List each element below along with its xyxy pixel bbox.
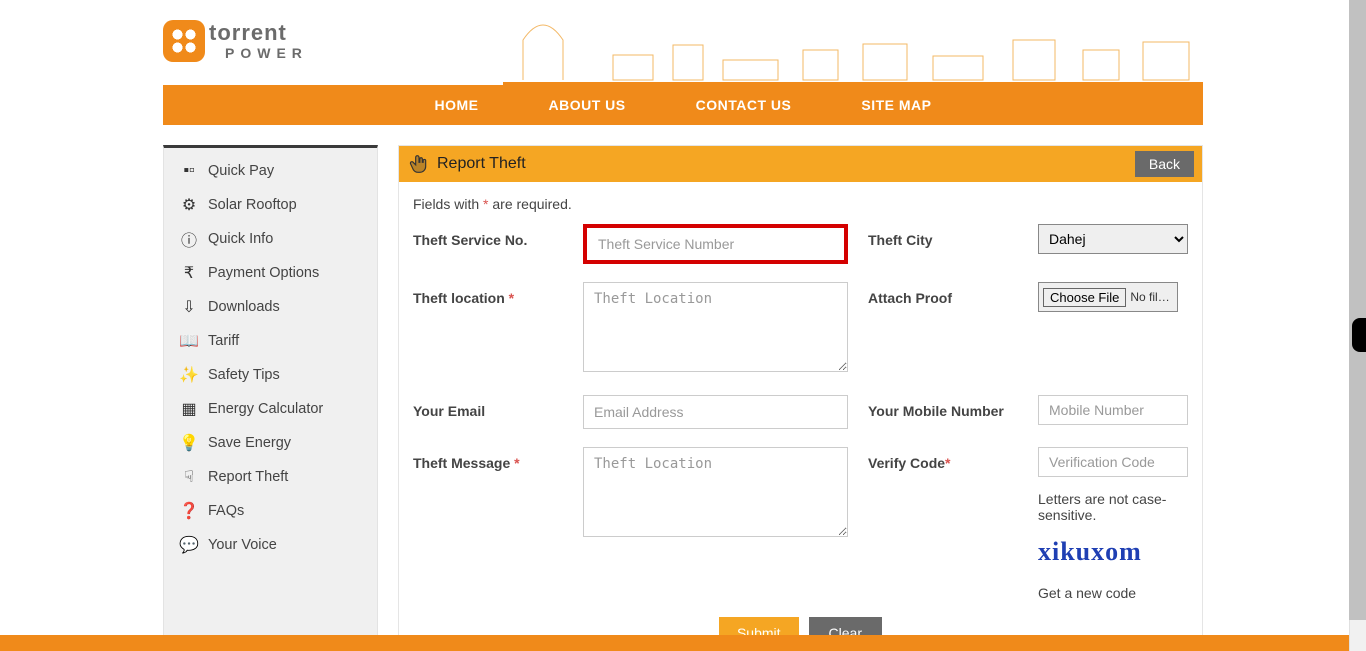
sidebar-item-label: Quick Info [208, 231, 273, 247]
hand-icon: ☟ [180, 468, 198, 486]
sidebar-item-safety-tips[interactable]: ✨ Safety Tips [164, 358, 377, 392]
captcha-image: xikuxom [1038, 537, 1188, 567]
required-note: Fields with * are required. [413, 196, 1188, 212]
sidebar-item-label: Solar Rooftop [208, 197, 297, 213]
sidebar-item-solar-rooftop[interactable]: ⚙ Solar Rooftop [164, 188, 377, 222]
wand-icon: ✨ [180, 366, 198, 384]
sidebar-item-report-theft[interactable]: ☟ Report Theft [164, 460, 377, 494]
header: torrent POWER [163, 0, 1203, 85]
label-attach-proof: Attach Proof [868, 282, 1018, 306]
sidebar-item-energy-calculator[interactable]: ▦ Energy Calculator [164, 392, 377, 426]
brand-sub: POWER [225, 46, 308, 60]
sidebar-item-label: Payment Options [208, 265, 319, 281]
rupee-icon: ₹ [180, 264, 198, 282]
nav-sitemap[interactable]: SITE MAP [861, 97, 931, 113]
nav-home[interactable]: HOME [435, 97, 479, 113]
mobile-number-input[interactable] [1038, 395, 1188, 425]
sidebar-item-label: Save Energy [208, 435, 291, 451]
footer-bar [0, 635, 1349, 651]
sidebar-item-faqs[interactable]: ❓ FAQs [164, 494, 377, 528]
sidebar-item-label: Tariff [208, 333, 239, 349]
sidebar-item-label: Downloads [208, 299, 280, 315]
asterisk-icon: * [509, 290, 514, 306]
captcha-note: Letters are not case-sensitive. [1038, 491, 1188, 523]
sidebar-item-label: Your Voice [208, 537, 277, 553]
chat-icon: 💬 [180, 536, 198, 554]
sidebar-item-quick-pay[interactable]: ▪▫ Quick Pay [164, 154, 377, 188]
choose-file-button[interactable]: Choose File [1043, 288, 1126, 307]
label-theft-location: Theft location * [413, 282, 563, 306]
grid-icon: ▦ [180, 400, 198, 418]
sidebar-item-label: Energy Calculator [208, 401, 323, 417]
sidebar-item-label: Quick Pay [208, 163, 274, 179]
scrollbar-thumb[interactable] [1349, 0, 1366, 620]
label-theft-message: Theft Message * [413, 447, 563, 471]
sidebar-item-downloads[interactable]: ⇩ Downloads [164, 290, 377, 324]
sidebar-item-your-voice[interactable]: 💬 Your Voice [164, 528, 377, 562]
theft-city-select[interactable]: Dahej [1038, 224, 1188, 254]
brand-logo[interactable]: torrent POWER [163, 20, 308, 62]
theft-location-textarea[interactable] [583, 282, 848, 372]
label-your-email: Your Email [413, 395, 563, 419]
theft-service-number-input[interactable] [588, 229, 843, 259]
sidebar-item-label: Safety Tips [208, 367, 280, 383]
verification-code-input[interactable] [1038, 447, 1188, 477]
sidebar-item-tariff[interactable]: 📖 Tariff [164, 324, 377, 358]
help-icon: ❓ [180, 502, 198, 520]
highlighted-field [583, 224, 848, 264]
sidebar-item-quick-info[interactable]: ⓘ Quick Info [164, 222, 377, 256]
file-status-text: No file chosen [1130, 290, 1173, 304]
brand-name: torrent [209, 22, 308, 44]
attach-proof-file[interactable]: Choose File No file chosen [1038, 282, 1178, 312]
download-icon: ⇩ [180, 298, 198, 316]
label-your-mobile: Your Mobile Number [868, 395, 1018, 419]
nav-contact[interactable]: CONTACT US [696, 97, 792, 113]
label-theft-city: Theft City [868, 224, 1018, 248]
back-button[interactable]: Back [1135, 151, 1194, 177]
label-verify-code: Verify Code* [868, 447, 1018, 471]
sidebar-item-label: FAQs [208, 503, 244, 519]
bulb-icon: 💡 [180, 434, 198, 452]
captcha-refresh-link[interactable]: Get a new code [1038, 585, 1136, 601]
panel-title: Report Theft [437, 155, 526, 173]
sidebar-item-save-energy[interactable]: 💡 Save Energy [164, 426, 377, 460]
panel-report-theft: Report Theft Back Fields with * are requ… [398, 145, 1203, 651]
label-theft-service-no: Theft Service No. [413, 224, 563, 248]
asterisk-icon: * [945, 455, 950, 471]
info-icon: ⓘ [180, 230, 198, 248]
email-input[interactable] [583, 395, 848, 429]
sidebar: ▪▫ Quick Pay ⚙ Solar Rooftop ⓘ Quick Inf… [163, 145, 378, 651]
theft-message-textarea[interactable] [583, 447, 848, 537]
gear-icon: ⚙ [180, 196, 198, 214]
logo-mark-icon [163, 20, 205, 62]
asterisk-icon: * [514, 455, 519, 471]
primary-nav: HOME ABOUT US CONTACT US SITE MAP [163, 85, 1203, 125]
book-icon: 📖 [180, 332, 198, 350]
side-widget-tab-icon[interactable] [1352, 318, 1366, 352]
card-icon: ▪▫ [180, 162, 198, 180]
skyline-decorative-icon [503, 0, 1203, 85]
pointing-hand-icon [409, 154, 429, 174]
sidebar-item-payment-options[interactable]: ₹ Payment Options [164, 256, 377, 290]
nav-about[interactable]: ABOUT US [549, 97, 626, 113]
panel-header: Report Theft Back [399, 146, 1202, 182]
logo-text: torrent POWER [209, 22, 308, 60]
sidebar-item-label: Report Theft [208, 469, 288, 485]
